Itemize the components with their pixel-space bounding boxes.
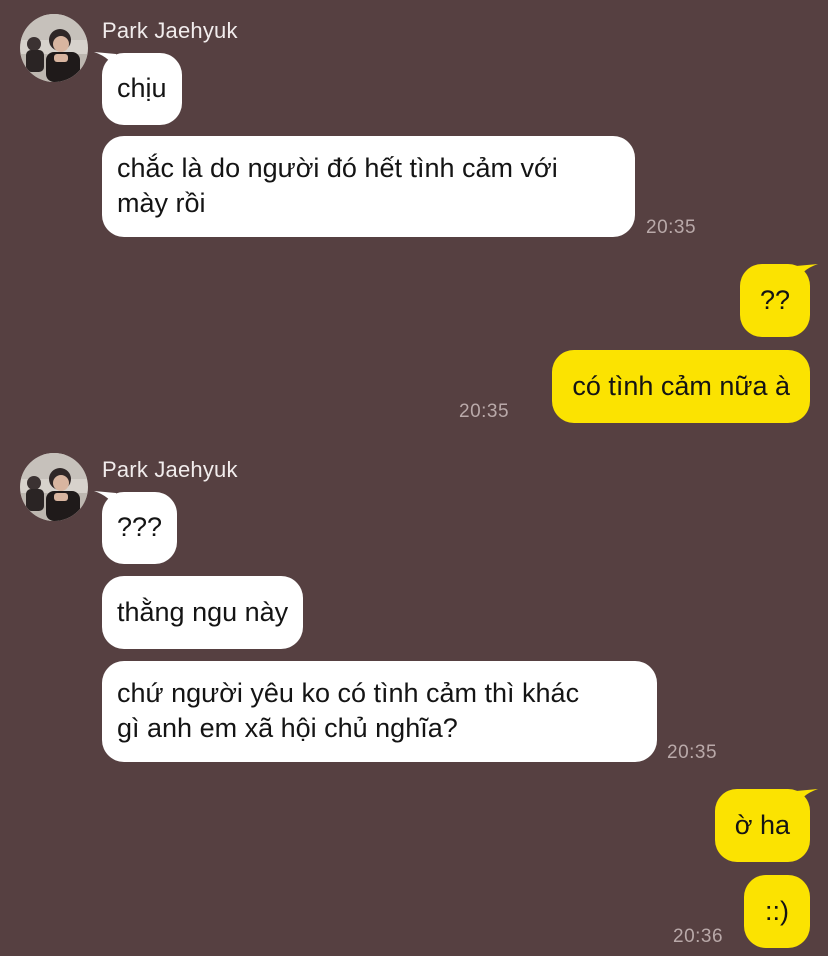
message-timestamp: 20:35 (646, 217, 697, 238)
message-timestamp: 20:36 (673, 926, 724, 947)
message-bubble[interactable]: chứ người yêu ko có tình cảm thì khác gì… (102, 661, 657, 762)
message-bubble[interactable]: có tình cảm nữa à (552, 350, 810, 423)
sender-avatar[interactable] (20, 14, 88, 82)
message-bubble[interactable]: thằng ngu này (102, 576, 304, 649)
message-bubble[interactable]: chịu (102, 53, 182, 125)
message-bubble[interactable]: chắc là do người đó hết tình cảm với mày… (102, 136, 635, 237)
message-timestamp: 20:35 (459, 401, 510, 422)
message-bubble[interactable]: ::) (744, 875, 810, 948)
message-bubble[interactable]: ?? (739, 264, 810, 337)
message-bubble[interactable]: ??? (102, 492, 178, 564)
profile-photo-icon (20, 453, 88, 521)
sender-avatar[interactable] (20, 453, 88, 521)
profile-photo-icon (20, 14, 88, 82)
sender-name: Park Jaehyuk (102, 18, 238, 43)
sender-name: Park Jaehyuk (102, 457, 238, 482)
message-bubble[interactable]: ờ ha (714, 789, 810, 862)
message-timestamp: 20:35 (667, 742, 718, 763)
